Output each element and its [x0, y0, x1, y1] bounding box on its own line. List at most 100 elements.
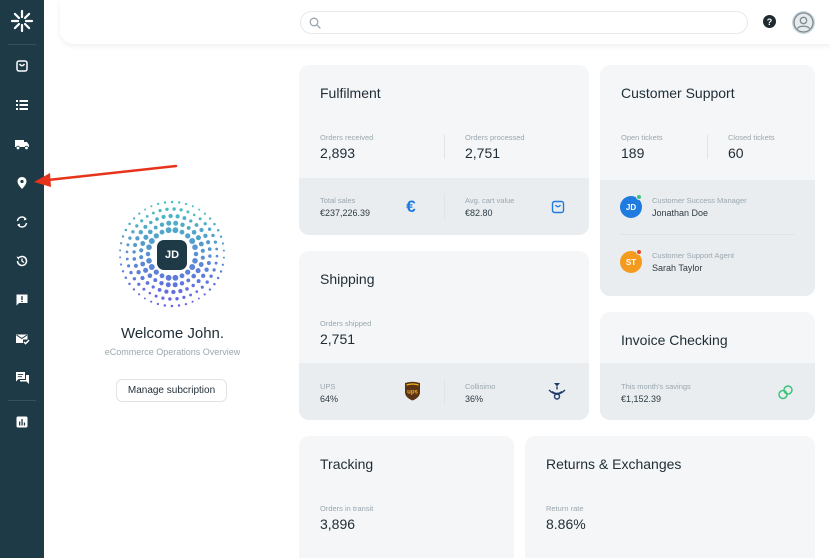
divider — [444, 379, 445, 405]
decorative-dot — [213, 282, 216, 286]
sidebar-item-reports[interactable] — [12, 412, 32, 432]
shipping-card[interactable]: Shipping Orders shipped 2,751 UPS 64% up… — [299, 251, 589, 420]
decorative-dot — [166, 220, 172, 226]
decorative-dot — [215, 247, 219, 251]
decorative-dot — [144, 208, 147, 211]
sidebar-item-list[interactable] — [12, 95, 32, 115]
invoice-checking-card[interactable]: Invoice Checking This month's savings €1… — [600, 312, 815, 420]
decorative-dot — [200, 248, 205, 253]
decorative-dot — [193, 251, 199, 257]
decorative-dot — [132, 250, 136, 254]
sidebar-item-tracking[interactable] — [12, 173, 32, 193]
report-chart-icon — [16, 416, 28, 428]
user-avatar[interactable] — [792, 11, 815, 34]
decorative-dot — [186, 225, 191, 230]
decorative-dot — [147, 273, 153, 279]
welcome-subtitle: eCommerce Operations Overview — [104, 347, 241, 357]
decorative-dot — [172, 227, 179, 234]
sidebar-item-orders[interactable] — [12, 56, 32, 76]
sidebar-item-support[interactable] — [12, 368, 32, 388]
tracking-card[interactable]: Tracking Orders in transit 3,896 — [299, 436, 514, 558]
in-transit-label: Orders in transit — [320, 504, 374, 513]
decorative-dot — [165, 274, 172, 281]
help-icon[interactable]: ? — [763, 15, 776, 28]
decorative-dot — [133, 263, 138, 268]
decorative-dot — [216, 228, 220, 232]
returns-card[interactable]: Returns & Exchanges Return rate 8.86% — [525, 436, 815, 558]
decorative-dot — [119, 256, 122, 259]
decorative-dot — [182, 216, 187, 221]
agent-name: Sarah Taylor — [652, 263, 703, 273]
brand-logo-icon[interactable] — [10, 9, 34, 33]
decorative-dot — [211, 233, 215, 238]
decorative-dot — [165, 282, 171, 288]
decorative-dot — [163, 304, 167, 307]
decorative-dot — [128, 282, 131, 286]
location-pin-icon — [17, 177, 27, 189]
decorative-dot — [189, 238, 196, 244]
decorative-dot — [222, 256, 225, 259]
manage-subscription-button[interactable]: Manage subcription — [116, 379, 227, 402]
orders-processed-label: Orders processed — [465, 133, 525, 142]
search-bar[interactable] — [300, 11, 748, 34]
sidebar-item-shipping[interactable] — [12, 134, 32, 154]
sidebar-item-invoices[interactable] — [12, 329, 32, 349]
decorative-dot — [203, 222, 207, 226]
decorative-dot — [124, 228, 128, 232]
decorative-dot — [185, 287, 189, 291]
decorative-dot — [203, 233, 208, 238]
decorative-dot — [132, 288, 136, 291]
orders-shipped-value: 2,751 — [320, 331, 356, 347]
decorative-dot — [203, 293, 206, 296]
customer-support-card[interactable]: Customer Support Open tickets 189 Closed… — [600, 65, 815, 296]
card-footer: UPS 64% ups Collisimo 36% — [299, 363, 589, 420]
agents-list: JD Customer Success Manager Jonathan Doe… — [600, 180, 815, 296]
decorative-dot — [201, 273, 206, 278]
decorative-dot — [147, 229, 153, 235]
decorative-dot — [177, 304, 181, 307]
in-transit-value: 3,896 — [320, 516, 356, 532]
fulfilment-card[interactable]: Fulfilment Orders received 2,893 Orders … — [299, 65, 589, 235]
divider — [444, 194, 445, 220]
decorative-dot — [125, 257, 129, 261]
decorative-dot — [189, 264, 196, 270]
avg-cart-label: Avg. cart value — [465, 196, 515, 205]
sidebar-item-returns[interactable] — [12, 212, 32, 232]
decorative-dot — [198, 241, 204, 247]
decorative-dot — [119, 249, 122, 252]
decorative-dot — [191, 300, 194, 303]
decorative-dot — [148, 291, 152, 295]
decorative-dot — [153, 225, 158, 230]
decorative-dot — [177, 201, 181, 204]
decorative-dot — [175, 297, 179, 301]
agent-role: Customer Support Agent — [652, 251, 735, 260]
decorative-dot — [143, 224, 148, 229]
decorative-dot — [185, 269, 191, 275]
sidebar-item-history[interactable] — [12, 251, 32, 271]
svg-text:ups: ups — [407, 390, 418, 396]
decorative-dot — [157, 287, 162, 292]
decorative-dot — [146, 258, 152, 264]
decorative-dot — [126, 243, 130, 247]
closed-tickets-value: 60 — [728, 145, 744, 161]
decorative-dot — [179, 281, 185, 286]
decorative-dot — [173, 220, 179, 226]
decorative-dot — [194, 223, 199, 227]
sidebar-divider — [8, 400, 36, 401]
return-rate-label: Return rate — [546, 504, 584, 513]
search-input[interactable] — [321, 12, 747, 33]
savings-label: This month's savings — [621, 382, 691, 391]
decorative-dot — [159, 229, 165, 235]
decorative-dot — [186, 210, 190, 214]
mail-check-icon — [15, 334, 30, 345]
decorative-dot — [151, 211, 155, 215]
shopping-bag-icon — [16, 60, 28, 72]
sidebar-item-alerts[interactable] — [12, 290, 32, 310]
decorative-dot — [148, 238, 155, 244]
card-footer: This month's savings €1,152.39 — [600, 363, 815, 420]
total-sales-value: €237,226.39 — [320, 208, 371, 218]
decorative-dot — [198, 208, 201, 211]
decorative-dot — [204, 267, 209, 272]
decorative-dot — [143, 234, 149, 240]
decorative-dot — [198, 262, 204, 267]
